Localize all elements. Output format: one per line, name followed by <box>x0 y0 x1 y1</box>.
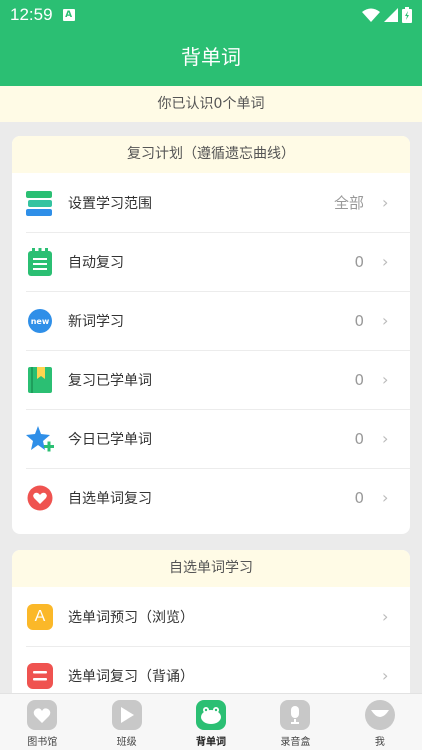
books-icon <box>26 189 54 217</box>
mic-tab-icon <box>280 700 311 730</box>
frog-tab-icon <box>196 700 227 730</box>
row-set-range[interactable]: 设置学习范围 全部 › <box>12 173 410 232</box>
chevron-right-icon: › <box>382 193 389 212</box>
signal-icon <box>384 8 398 22</box>
row-auto-review[interactable]: 自动复习 0 › <box>12 232 410 291</box>
svg-text:new: new <box>31 317 50 326</box>
letter-a-icon: A <box>26 603 54 631</box>
row-new-words[interactable]: new 新词学习 0 › <box>12 291 410 350</box>
chevron-right-icon: › <box>382 488 389 507</box>
review-plan-card: 复习计划（遵循遗忘曲线） 设置学习范围 全部 › 自动复习 0 › new 新词… <box>12 136 410 534</box>
row-value: 0 <box>354 488 364 507</box>
row-label: 复习已学单词 <box>68 372 152 389</box>
chevron-right-icon: › <box>382 429 389 448</box>
new-badge-icon: new <box>26 307 54 335</box>
tab-label: 背单词 <box>196 737 227 748</box>
row-value: 0 <box>354 311 364 330</box>
notepad-icon <box>26 247 54 276</box>
status-time: 12:59 <box>10 5 53 24</box>
row-label: 自选单词复习 <box>68 490 152 507</box>
tab-label: 图书馆 <box>27 737 58 748</box>
known-words-banner: 你已认识0个单词 <box>0 86 422 122</box>
row-value: 0 <box>354 429 364 448</box>
tab-label: 录音盒 <box>280 737 311 748</box>
row-label: 新词学习 <box>68 313 124 330</box>
tab-label: 班级 <box>116 737 137 748</box>
tab-recorder[interactable]: 录音盒 <box>253 694 337 750</box>
wifi-icon <box>362 8 380 22</box>
status-bar: 12:59 A <box>0 0 422 30</box>
row-custom-review[interactable]: 自选单词复习 0 › <box>12 468 410 527</box>
row-preview-words[interactable]: A 选单词预习（浏览） › <box>12 587 410 646</box>
tab-me[interactable]: 我 <box>338 694 422 750</box>
play-tab-icon <box>111 700 142 730</box>
row-label: 选单词复习（背诵） <box>68 668 194 685</box>
letter-a-text: A <box>27 603 53 630</box>
chevron-right-icon: › <box>382 252 389 271</box>
bookmark-book-icon <box>26 366 54 394</box>
custom-study-title: 自选单词学习 <box>12 550 410 587</box>
row-label: 今日已学单词 <box>68 431 152 448</box>
card-list-icon <box>26 662 54 690</box>
notification-a-icon: A <box>62 9 75 21</box>
row-review-learned[interactable]: 复习已学单词 0 › <box>12 350 410 409</box>
custom-study-card: 自选单词学习 A 选单词预习（浏览） › 选单词复习（背诵） › <box>12 550 410 710</box>
tab-vocabulary[interactable]: 背单词 <box>169 694 253 750</box>
review-plan-title: 复习计划（遵循遗忘曲线） <box>12 136 410 173</box>
chevron-right-icon: › <box>382 311 389 330</box>
tab-class[interactable]: 班级 <box>84 694 168 750</box>
row-label: 设置学习范围 <box>68 195 152 212</box>
row-value: 0 <box>354 370 364 389</box>
face-tab-icon <box>364 700 395 730</box>
heart-tab-icon <box>27 700 58 730</box>
tab-label: 我 <box>374 737 385 748</box>
star-plus-icon <box>26 425 54 453</box>
bottom-tab-bar: 图书馆 班级 背单词 录音盒 我 <box>0 693 422 750</box>
row-value: 全部 <box>333 194 364 212</box>
battery-icon <box>402 7 412 23</box>
status-icons <box>362 7 412 23</box>
row-label: 选单词预习（浏览） <box>68 609 194 626</box>
chevron-right-icon: › <box>382 370 389 389</box>
row-today-learned[interactable]: 今日已学单词 0 › <box>12 409 410 468</box>
app-header: 12:59 A 背单词 <box>0 0 422 86</box>
row-value: 0 <box>354 252 364 271</box>
chevron-right-icon: › <box>382 607 389 626</box>
page-title: 背单词 <box>181 45 241 69</box>
chevron-right-icon: › <box>382 666 389 685</box>
tab-library[interactable]: 图书馆 <box>0 694 84 750</box>
row-label: 自动复习 <box>68 254 124 271</box>
heart-icon <box>26 484 54 512</box>
